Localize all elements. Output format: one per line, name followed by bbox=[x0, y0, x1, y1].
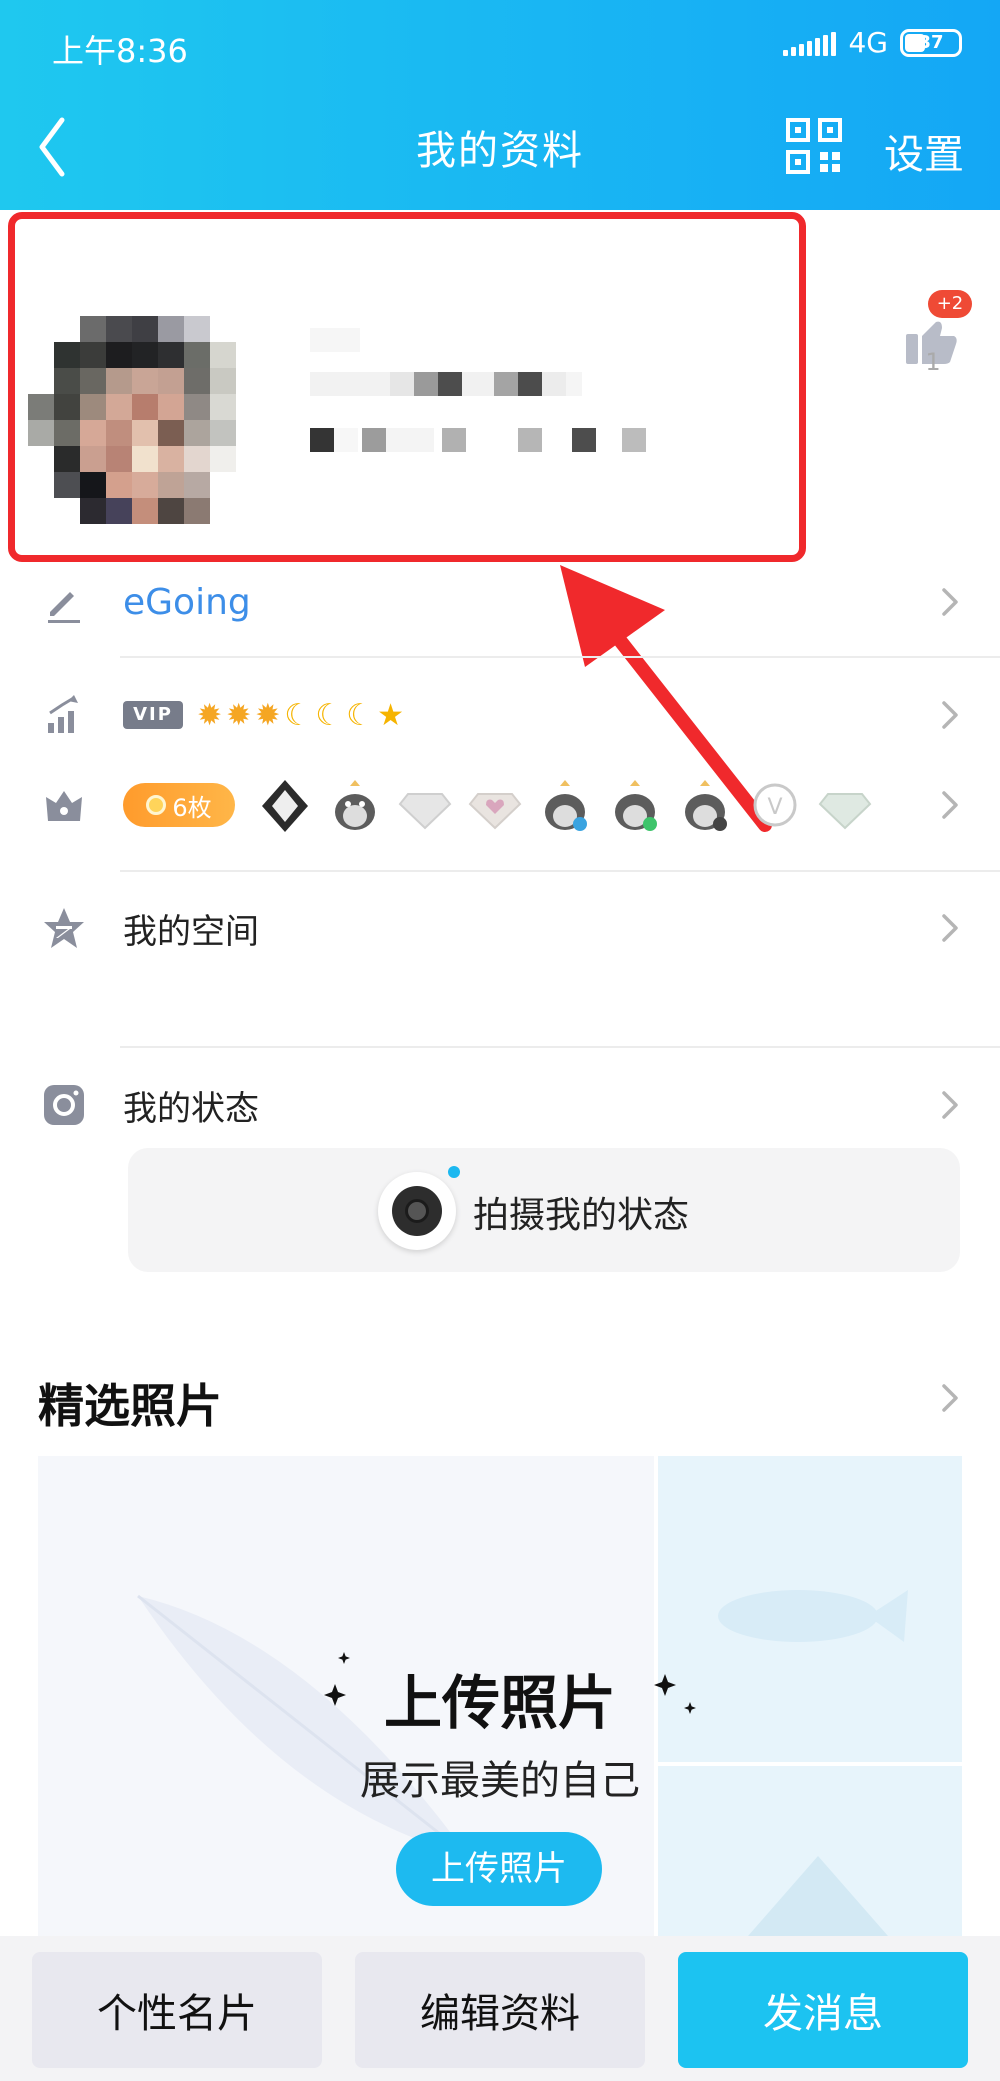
like-button[interactable]: +2 1 bbox=[898, 290, 972, 400]
pixelated-avatar-image bbox=[28, 316, 236, 524]
chevron-right-icon[interactable] bbox=[938, 1381, 962, 1415]
profile-card[interactable]: +2 1 bbox=[0, 210, 1000, 565]
moon-icon: ☾ bbox=[315, 697, 343, 733]
chevron-right-icon bbox=[942, 701, 958, 729]
upload-photo-title: 上传照片 bbox=[383, 1669, 616, 1737]
battery-icon: 37 bbox=[900, 28, 962, 57]
svg-text:V: V bbox=[767, 795, 782, 820]
capture-status-label: 拍摄我的状态 bbox=[473, 1195, 690, 1236]
chevron-right-icon bbox=[942, 1091, 958, 1119]
divider bbox=[120, 870, 1000, 872]
edit-profile-button[interactable]: 编辑资料 bbox=[355, 1952, 645, 2068]
penguin-dark-medal-icon bbox=[685, 780, 727, 831]
penguin-green-medal-icon bbox=[615, 780, 657, 831]
medal-count-text: 6枚 bbox=[172, 793, 212, 822]
mountain-decoration bbox=[748, 1856, 888, 1936]
green-diamond-medal-icon bbox=[818, 793, 872, 830]
pixelated-profile-info bbox=[310, 328, 646, 452]
sun-icon: ✹ bbox=[255, 697, 281, 733]
like-count: 1 bbox=[925, 348, 941, 376]
level-icons: ✹ ✹ ✹ ☾ ☾ ☾ ★ bbox=[197, 698, 404, 733]
moon-icon: ☾ bbox=[346, 697, 374, 733]
capture-status-button[interactable]: 拍摄我的状态 bbox=[128, 1148, 960, 1272]
v-badge-medal-icon: V bbox=[753, 783, 797, 827]
signal-icon bbox=[783, 30, 837, 56]
photo-upload-area[interactable]: 上传照片 展示最美的自己 上传照片 bbox=[38, 1456, 962, 1936]
upload-photo-subtitle: 展示最美的自己 bbox=[360, 1758, 640, 1804]
my-space-label: 我的空间 bbox=[123, 911, 259, 952]
heart-diamond-medal-icon bbox=[468, 793, 522, 830]
status-time: 上午8:36 bbox=[52, 32, 188, 70]
my-space-row[interactable]: 我的空间 bbox=[0, 878, 1000, 978]
status-indicators: 4G 37 bbox=[783, 26, 962, 59]
sun-icon: ✹ bbox=[197, 697, 223, 733]
fish-decoration bbox=[718, 1590, 908, 1642]
signature-text: eGoing bbox=[123, 581, 251, 623]
battery-level: 37 bbox=[918, 32, 944, 53]
divider bbox=[120, 656, 1000, 658]
level-chart-icon bbox=[48, 695, 78, 733]
upload-photo-button[interactable]: 上传照片 bbox=[396, 1832, 602, 1906]
star-icon: ★ bbox=[377, 697, 405, 733]
medal-count: 6枚 bbox=[123, 783, 235, 827]
send-message-button[interactable]: 发消息 bbox=[678, 1952, 968, 2068]
moon-icon: ☾ bbox=[284, 697, 312, 733]
coin-icon bbox=[146, 795, 167, 815]
like-badge: +2 bbox=[928, 290, 972, 318]
vip-badge: VIP bbox=[123, 701, 183, 729]
camera-lens-icon bbox=[378, 1166, 460, 1250]
avatar[interactable] bbox=[28, 298, 266, 526]
network-type: 4G bbox=[848, 26, 888, 59]
header-bar: 上午8:36 4G 37 我的资料 设置 bbox=[0, 0, 1000, 210]
my-status-label: 我的状态 bbox=[123, 1088, 259, 1129]
qzone-star-icon bbox=[44, 908, 84, 948]
penguin-blue-medal-icon bbox=[545, 780, 587, 831]
penguin-medal-icon bbox=[335, 780, 375, 830]
sun-icon: ✹ bbox=[226, 697, 252, 733]
signature-row[interactable]: eGoing bbox=[0, 552, 1000, 652]
medals-row[interactable]: 6枚 V bbox=[0, 755, 1000, 855]
diamond-medal-icon bbox=[398, 793, 452, 830]
vip-level-row[interactable]: VIP ✹ ✹ ✹ ☾ ☾ ☾ ★ bbox=[0, 665, 1000, 765]
my-status-row[interactable]: 我的状态 bbox=[0, 1055, 1000, 1155]
medal-list: V bbox=[256, 776, 874, 834]
pencil-icon bbox=[48, 592, 80, 623]
page-title: 我的资料 bbox=[416, 128, 584, 174]
crown-icon bbox=[46, 791, 82, 821]
black-diamond-medal-icon bbox=[262, 780, 308, 832]
camera-icon bbox=[44, 1085, 84, 1125]
bottom-action-bar: 个性名片 编辑资料 发消息 bbox=[0, 1936, 1000, 2081]
qr-code-button[interactable] bbox=[786, 118, 842, 174]
profile-card-button[interactable]: 个性名片 bbox=[32, 1952, 322, 2068]
divider bbox=[120, 1046, 1000, 1048]
qr-code-icon bbox=[786, 118, 842, 174]
chevron-right-icon bbox=[942, 588, 958, 616]
chevron-right-icon bbox=[942, 914, 958, 942]
chevron-right-icon bbox=[942, 791, 958, 819]
settings-button[interactable]: 设置 bbox=[884, 122, 964, 180]
featured-photos-title: 精选照片 bbox=[38, 1379, 222, 1433]
